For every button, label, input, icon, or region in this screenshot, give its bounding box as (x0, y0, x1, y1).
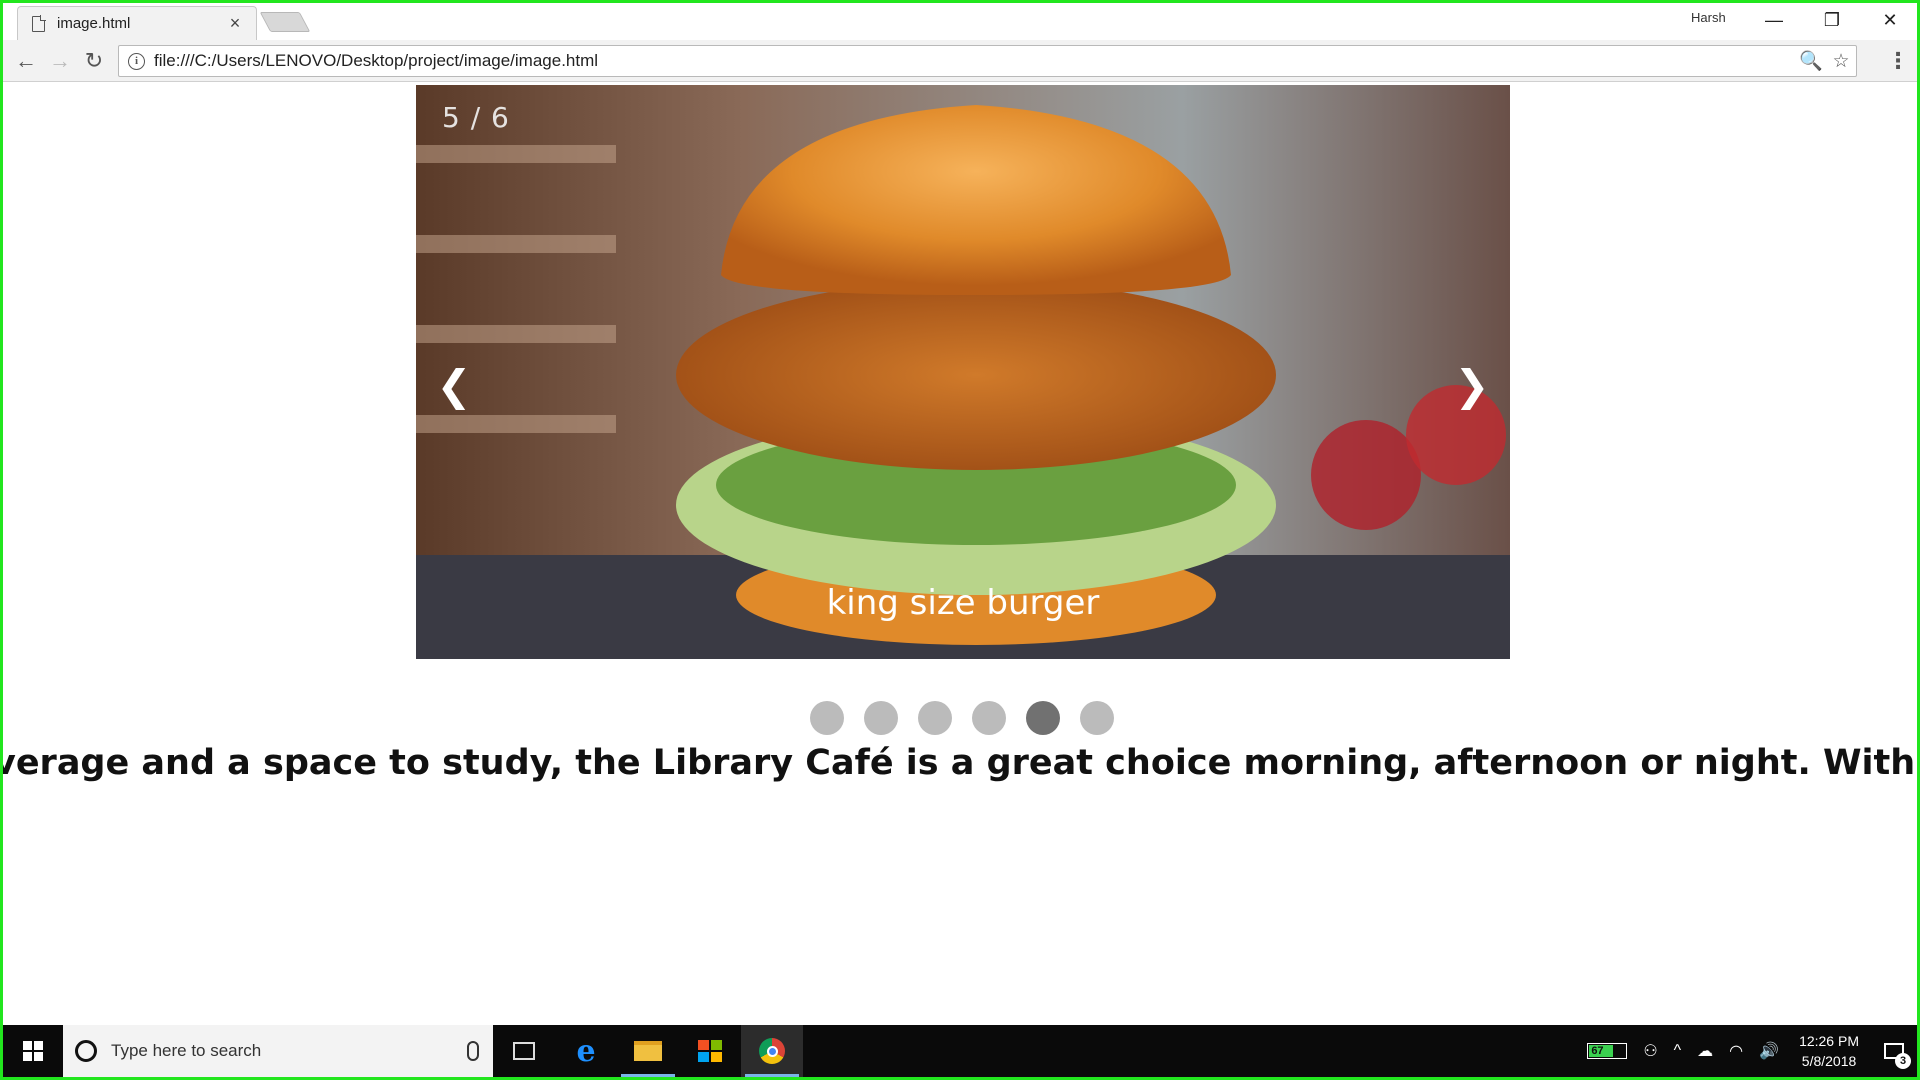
file-explorer-button[interactable] (617, 1025, 679, 1077)
back-icon[interactable]: ← (13, 48, 39, 74)
chrome-app-button[interactable] (741, 1025, 803, 1077)
prev-slide-button[interactable]: ❮ (432, 355, 476, 415)
address-bar[interactable]: i file:///C:/Users/LENOVO/Desktop/projec… (118, 45, 1857, 77)
page-viewport: 5 / 6 ❮ ❯ king size burger verage and a … (3, 83, 1917, 1031)
search-placeholder: Type here to search (111, 1041, 262, 1060)
tab-title: image.html (57, 15, 131, 32)
store-app-button[interactable] (679, 1025, 741, 1077)
slide-dot-4[interactable] (972, 701, 1006, 735)
system-tray: 67 ⚇ ^ ☁ ◠ 🔊 12:26 PM 5/8/2018 3 (1579, 1025, 1917, 1077)
burger-image (416, 85, 1510, 659)
marquee-text: verage and a space to study, the Library… (3, 743, 1916, 783)
slide-dot-5[interactable] (1026, 701, 1060, 735)
battery-icon: 67 (1587, 1043, 1628, 1059)
chrome-icon (759, 1038, 785, 1064)
chrome-menu-icon[interactable]: ⋮ (1885, 48, 1911, 74)
zoom-icon[interactable]: 🔍 (1796, 46, 1826, 76)
task-view-button[interactable] (493, 1025, 555, 1077)
clock-time: 12:26 PM (1799, 1033, 1859, 1049)
slide-dot-6[interactable] (1080, 701, 1114, 735)
windows-logo-icon (23, 1041, 43, 1061)
reload-icon[interactable]: ↻ (81, 48, 107, 74)
slide-dot-3[interactable] (918, 701, 952, 735)
store-icon (698, 1040, 722, 1062)
browser-tab-strip: image.html × Harsh — ❐ ✕ (3, 3, 1917, 40)
chevron-up-icon[interactable]: ^ (1666, 1025, 1690, 1077)
battery-indicator[interactable]: 67 (1579, 1025, 1635, 1077)
clock-date: 5/8/2018 (1801, 1053, 1857, 1069)
close-window-button[interactable]: ✕ (1863, 5, 1917, 35)
volume-icon[interactable]: 🔊 (1751, 1025, 1787, 1077)
action-center-button[interactable]: 3 (1871, 1025, 1917, 1077)
forward-icon[interactable]: → (47, 48, 73, 74)
minimize-button[interactable]: — (1747, 5, 1801, 35)
slideshow-container: 5 / 6 ❮ ❯ king size burger (416, 85, 1510, 659)
slide-dot-2[interactable] (864, 701, 898, 735)
browser-toolbar: ← → ↻ i file:///C:/Users/LENOVO/Desktop/… (3, 40, 1917, 82)
tab-close-icon[interactable]: × (226, 13, 244, 34)
slide-counter: 5 / 6 (442, 101, 510, 134)
cortana-icon (75, 1040, 97, 1062)
info-icon[interactable]: i (128, 52, 145, 70)
people-icon[interactable]: ⚇ (1635, 1025, 1665, 1077)
screen-frame: image.html × Harsh — ❐ ✕ ← → ↻ i file://… (0, 0, 1920, 1080)
bookmark-star-icon[interactable]: ☆ (1826, 46, 1856, 76)
browser-tab[interactable]: image.html × (17, 6, 257, 40)
folder-icon (634, 1041, 662, 1061)
cloud-icon[interactable]: ☁ (1689, 1025, 1721, 1077)
slide-dot-1[interactable] (810, 701, 844, 735)
document-icon (32, 14, 46, 32)
task-view-icon (513, 1042, 535, 1060)
microphone-icon[interactable] (467, 1041, 479, 1061)
edge-app-button[interactable]: e (555, 1025, 617, 1077)
edge-icon: e (576, 1033, 596, 1069)
battery-percent: 67 (1591, 1045, 1604, 1057)
url-text[interactable]: file:///C:/Users/LENOVO/Desktop/project/… (154, 51, 1796, 71)
restore-button[interactable]: ❐ (1805, 5, 1859, 35)
start-button[interactable] (3, 1025, 63, 1077)
wifi-icon[interactable]: ◠ (1721, 1025, 1751, 1077)
marquee: verage and a space to study, the Library… (3, 743, 1917, 783)
windows-taskbar: Type here to search e 67 ⚇ ^ ☁ ◠ 🔊 12:26… (3, 1025, 1917, 1077)
clock[interactable]: 12:26 PM 5/8/2018 (1787, 1031, 1871, 1071)
slide-caption: king size burger (826, 583, 1100, 623)
notification-count: 3 (1895, 1053, 1911, 1069)
profile-name[interactable]: Harsh (1691, 10, 1726, 25)
slide-dots (810, 701, 1114, 735)
next-slide-button[interactable]: ❯ (1450, 355, 1494, 415)
taskbar-search-box[interactable]: Type here to search (63, 1025, 493, 1077)
new-tab-button[interactable] (259, 12, 311, 32)
